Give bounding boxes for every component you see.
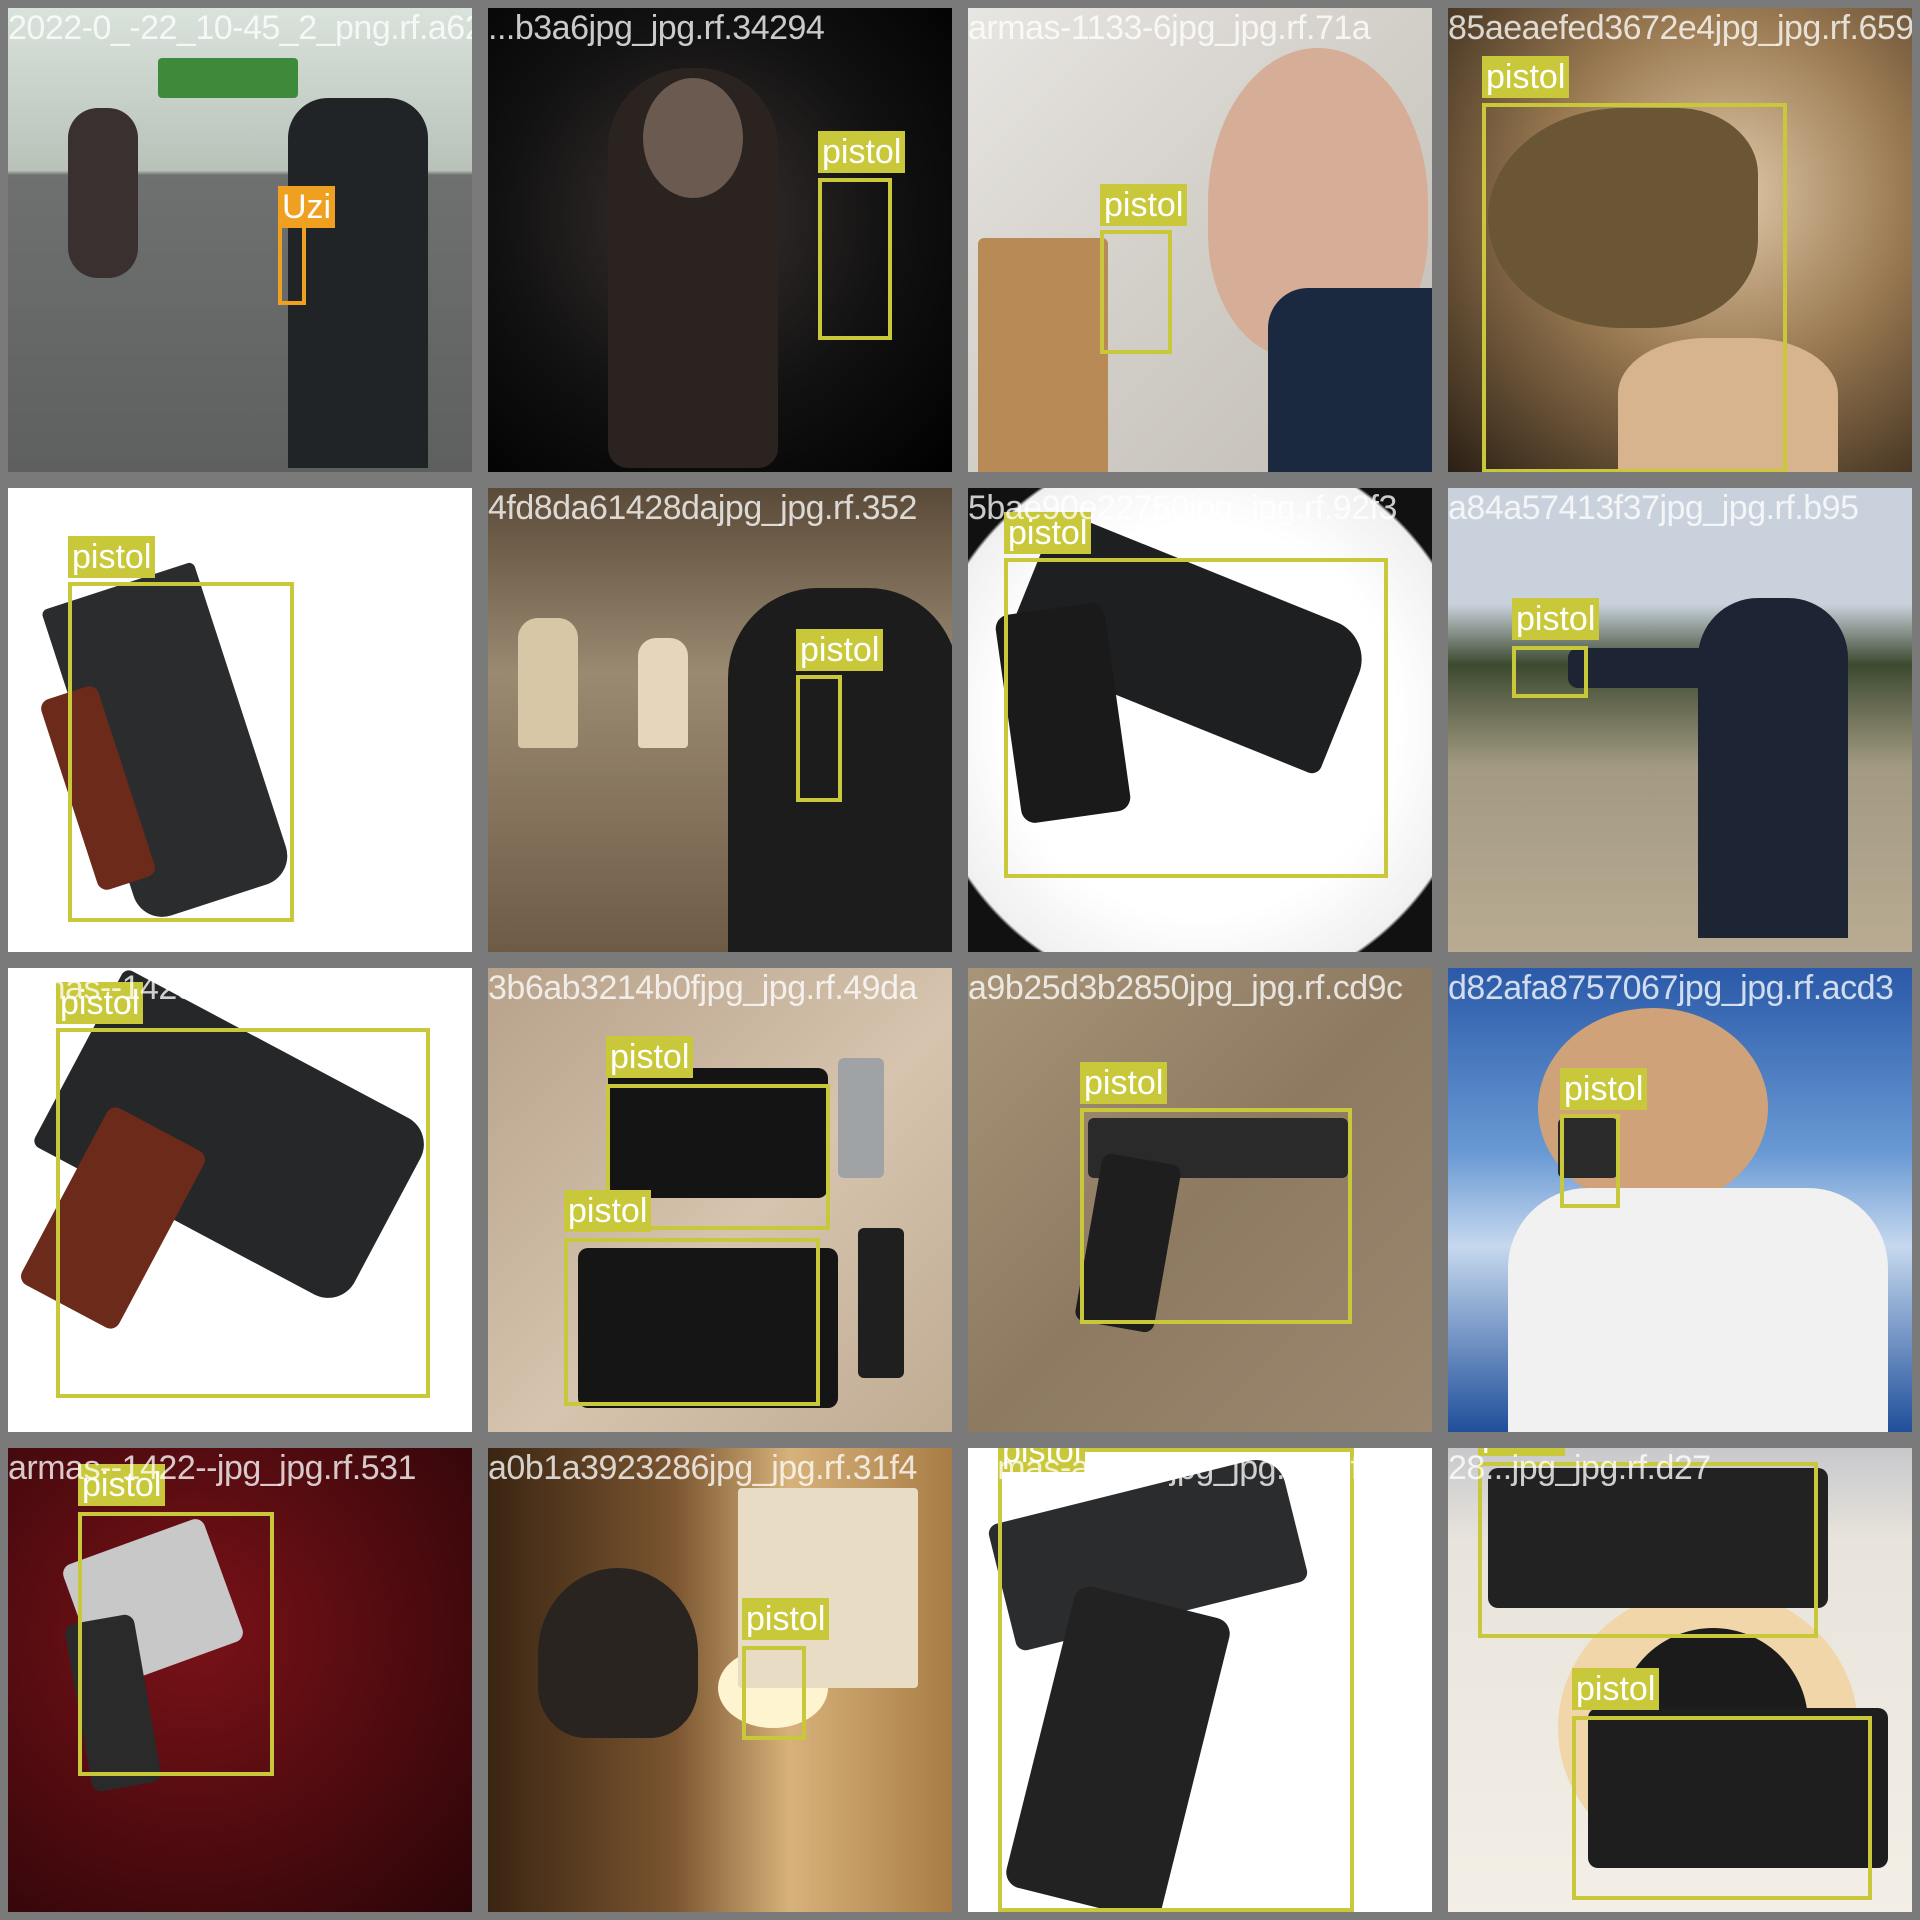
bounding-box-label: pistol <box>606 1036 694 1078</box>
bounding-box <box>1004 558 1388 878</box>
image-tile: pistol armas--1422--jpg_jpg.rf.531 <box>8 1448 472 1912</box>
bounding-box <box>998 1448 1354 1912</box>
image-tile: Uzi 2022-0_-22_10-45_2_png.rf.a6227-c02-b… <box>8 8 472 472</box>
photo <box>968 8 1432 472</box>
filename-label: 4fd8da61428dajpg_jpg.rf.352 <box>488 489 917 527</box>
filename-label: ...b3a6jpg_jpg.rf.34294 <box>488 9 825 47</box>
image-tile: pistol armas--1423--jpg_jpg.rf.1b1 <box>8 968 472 1432</box>
image-tile: pistol 85aeaefed3672e4jpg_jpg.rf.659 <box>1448 8 1912 472</box>
bounding-box <box>1560 1114 1620 1208</box>
photo-shape <box>288 98 428 468</box>
bounding-box-label: pistol <box>68 536 156 578</box>
filename-label: armas--1424--jpg_jpg.rf.63e <box>8 489 416 527</box>
photo <box>8 8 472 472</box>
filename-label: a0b1a3923286jpg_jpg.rf.31f4 <box>488 1449 917 1487</box>
bounding-box-label: pistol <box>1080 1062 1168 1104</box>
image-tile: pistol a84a57413f37jpg_jpg.rf.b95 <box>1448 488 1912 952</box>
bounding-box-label: pistol <box>1572 1668 1660 1710</box>
photo-shape <box>1698 598 1848 938</box>
image-tile: pistol d82afa8757067jpg_jpg.rf.acd3 <box>1448 968 1912 1432</box>
image-tile: pistol a0b1a3923286jpg_jpg.rf.31f4 <box>488 1448 952 1912</box>
filename-label: 3b6ab3214b0fjpg_jpg.rf.49da <box>488 969 917 1007</box>
filename-label: a9b25d3b2850jpg_jpg.rf.cd9c <box>968 969 1403 1007</box>
photo-shape <box>158 58 298 98</box>
filename-label: 28...jpg_jpg.rf.d27 <box>1448 1449 1711 1487</box>
photo-shape <box>538 1568 698 1738</box>
image-tile: pistolpistol28...jpg_jpg.rf.d27 <box>1448 1448 1912 1912</box>
bounding-box-label: pistol <box>564 1190 652 1232</box>
filename-label: 85aeaefed3672e4jpg_jpg.rf.659 <box>1448 9 1912 47</box>
filename-label: armas-a3cdfejpg_jpg.rf.66f2 <box>968 1449 1378 1487</box>
bounding-box <box>1572 1716 1872 1900</box>
photo <box>1448 968 1912 1432</box>
image-tile: pistol a9b25d3b2850jpg_jpg.rf.cd9c <box>968 968 1432 1432</box>
filename-label: a84a57413f37jpg_jpg.rf.b95 <box>1448 489 1859 527</box>
bounding-box <box>564 1238 820 1406</box>
photo-shape <box>1568 648 1708 688</box>
photo <box>488 1448 952 1912</box>
image-tile: pistol 5bae90e22750jpg_jpg.rf.92f3 <box>968 488 1432 952</box>
bounding-box <box>1512 646 1588 698</box>
bounding-box-label: pistol <box>742 1598 830 1640</box>
bounding-box <box>1478 1462 1818 1638</box>
bounding-box-label: pistol <box>1482 56 1570 98</box>
bounding-box-label: pistol <box>1560 1068 1648 1110</box>
bounding-box <box>78 1512 274 1776</box>
photo-shape <box>1508 1188 1888 1432</box>
image-tile: pistol pistol 3b6ab3214b0fjpg_jpg.rf.49da <box>488 968 952 1432</box>
bounding-box-label: pistol <box>796 629 884 671</box>
photo <box>488 488 952 952</box>
photo-shape <box>518 618 578 748</box>
image-tile: pistol armas--1424--jpg_jpg.rf.63e <box>8 488 472 952</box>
image-tile: pistol 4fd8da61428dajpg_jpg.rf.352 <box>488 488 952 952</box>
image-tile: pistol armas-1133-6jpg_jpg.rf.71a <box>968 8 1432 472</box>
photo-shape <box>1268 288 1432 472</box>
bounding-box <box>796 675 842 802</box>
bounding-box <box>742 1646 806 1740</box>
photo <box>1448 488 1912 952</box>
filename-label: armas--1422--jpg_jpg.rf.531 <box>8 1449 416 1487</box>
filename-label: 5bae90e22750jpg_jpg.rf.92f3 <box>968 489 1397 527</box>
image-tile: pistol ...b3a6jpg_jpg.rf.34294 <box>488 8 952 472</box>
filename-label: armas--1423--jpg_jpg.rf.1b1 <box>8 969 416 1007</box>
bounding-box-label: pistol <box>1100 184 1188 226</box>
filename-label: armas-1133-6jpg_jpg.rf.71a <box>968 9 1371 47</box>
detection-mosaic: Uzi 2022-0_-22_10-45_2_png.rf.a6227-c02-b… <box>0 0 1920 1920</box>
bounding-box <box>56 1028 430 1398</box>
filename-label: d82afa8757067jpg_jpg.rf.acd3 <box>1448 969 1894 1007</box>
photo-shape <box>838 1058 884 1178</box>
photo-shape <box>68 108 138 278</box>
bounding-box <box>1080 1108 1352 1324</box>
photo-shape <box>978 238 1108 472</box>
bounding-box-label: pistol <box>818 131 906 173</box>
filename-label: 2022-0_-22_10-45_2_png.rf.a6227-c02-b13a… <box>8 9 472 47</box>
bounding-box <box>1482 103 1787 472</box>
bounding-box <box>1100 230 1172 354</box>
bounding-box <box>818 178 892 340</box>
photo-shape <box>858 1228 904 1378</box>
photo-shape <box>643 78 743 198</box>
bounding-box-label: pistol <box>1512 598 1600 640</box>
image-tile: pistol armas-a3cdfejpg_jpg.rf.66f2 <box>968 1448 1432 1912</box>
photo-shape <box>638 638 688 748</box>
bounding-box-label: Uzi <box>278 186 336 228</box>
bounding-box <box>68 582 294 922</box>
